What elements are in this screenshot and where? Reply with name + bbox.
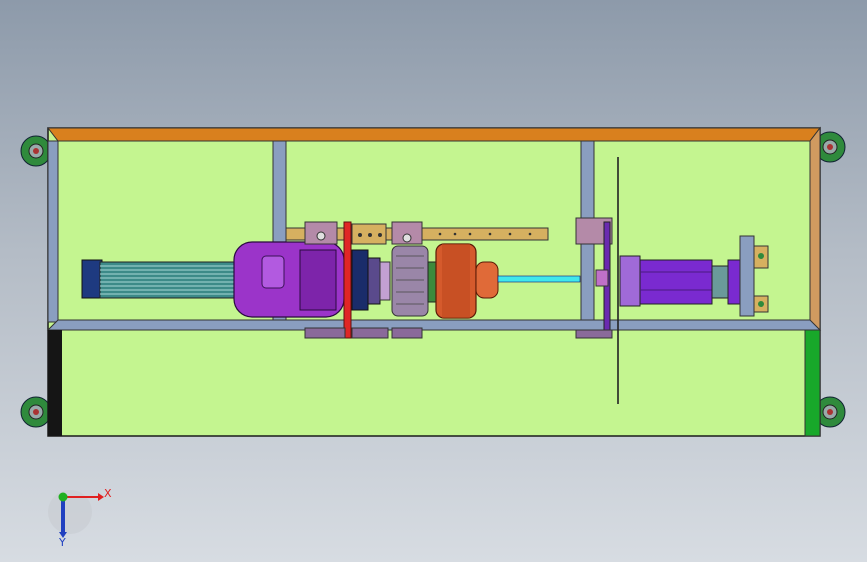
left-beam	[47, 140, 59, 323]
bearing-housing-left	[304, 221, 338, 245]
assembly-drawing: X Y	[20, 126, 846, 549]
coordinate-triad: X Y	[48, 487, 112, 549]
bearing-housing-center	[351, 223, 387, 245]
middle-beam	[46, 319, 822, 331]
caster-wheel-bottom-left	[20, 396, 52, 428]
drive-shaft	[497, 275, 581, 283]
origin-marker	[58, 492, 68, 502]
lower-right-post	[804, 329, 821, 437]
caster-wheel-top-left	[20, 135, 52, 167]
y-axis-label: Y	[58, 536, 66, 549]
bearing-blocks-bottom	[304, 327, 423, 339]
motor-endcap	[81, 259, 103, 299]
motor-cooling-fins	[99, 261, 241, 299]
motor-flange	[299, 249, 337, 311]
red-mounting-plate	[343, 221, 352, 339]
right-beam	[809, 126, 821, 332]
x-axis-label: X	[104, 487, 112, 500]
lower-left-post	[48, 330, 62, 436]
cad-viewport[interactable]: X Y	[0, 0, 867, 562]
top-beam	[46, 127, 822, 142]
motor-terminal-box	[261, 255, 285, 289]
